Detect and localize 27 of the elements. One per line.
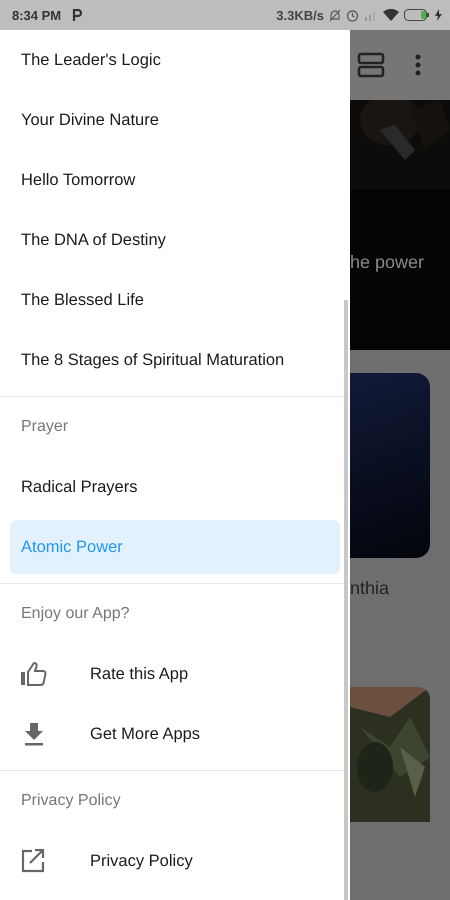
parking-icon [72, 9, 82, 21]
section-header: Privacy Policy [20, 791, 122, 811]
more-icon[interactable] [415, 54, 421, 76]
drawer-item[interactable]: The Leader's Logic [0, 30, 350, 90]
banner-caption: he power [350, 252, 424, 273]
section-header: Prayer [20, 417, 70, 437]
drawer-item[interactable]: Your Divine Nature [0, 90, 350, 150]
drawer-item[interactable]: Rate this App [0, 644, 350, 704]
status-time: 8:34 PM [12, 8, 62, 22]
drawer-item[interactable]: Hello Tomorrow [0, 150, 350, 210]
bell-off-icon [329, 8, 341, 22]
alarm-icon [346, 8, 359, 22]
drawer-item[interactable]: Radical Prayers [0, 457, 350, 517]
view-toggle-icon[interactable] [357, 52, 385, 78]
drawer-item[interactable]: The 8 Stages of Spiritual Maturation [0, 330, 350, 390]
section-header: Enjoy our App? [20, 604, 131, 624]
drawer-item[interactable]: The DNA of Destiny [0, 210, 350, 270]
charging-icon [435, 9, 442, 21]
card-caption: nthia [350, 578, 390, 599]
wifi-icon [383, 9, 399, 21]
thumbs-up-icon [20, 661, 48, 687]
battery-icon [404, 9, 430, 21]
drawer-item[interactable]: The Blessed Life [0, 270, 350, 330]
signal-icon [364, 9, 378, 21]
drawer-item[interactable]: Get More Apps [0, 704, 350, 764]
drawer-item[interactable]: Privacy Policy [0, 831, 350, 891]
network-speed: 3.3KB/s [276, 8, 324, 22]
